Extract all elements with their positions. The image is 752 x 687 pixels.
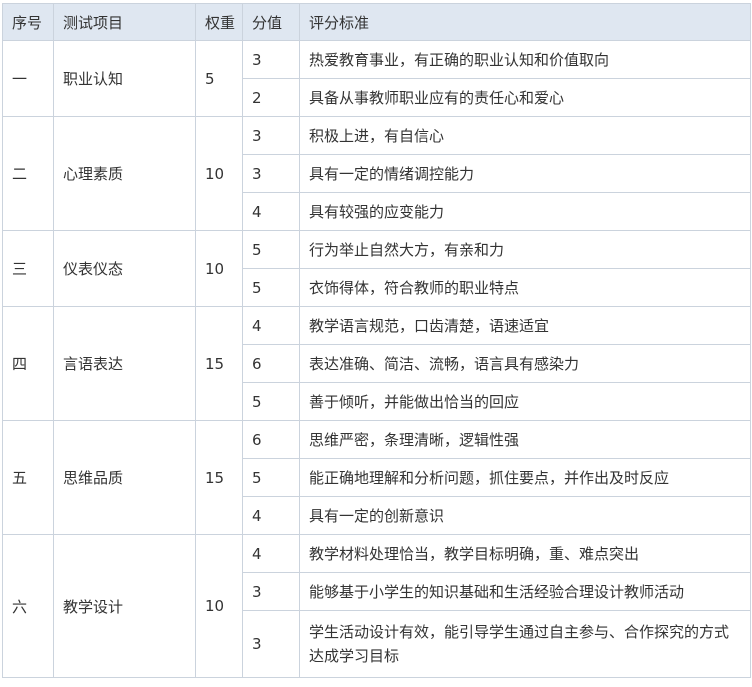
group-weight: 10 <box>195 230 243 307</box>
row-criteria: 能正确地理解和分析问题，抓住要点，并作出及时反应 <box>299 458 751 497</box>
header-criteria: 评分标准 <box>299 3 751 41</box>
table-row: 六 教学设计 10 4 教学材料处理恰当，教学目标明确，重、难点突出 <box>2 534 751 678</box>
row-score: 5 <box>242 230 300 269</box>
row-score: 4 <box>242 192 300 231</box>
row-criteria: 表达准确、简洁、流畅，语言具有感染力 <box>299 344 751 383</box>
row-criteria: 善于倾听，并能做出恰当的回应 <box>299 382 751 421</box>
row-score: 4 <box>242 534 300 573</box>
row-score: 3 <box>242 40 300 79</box>
row-criteria: 教学语言规范，口齿清楚，语速适宜 <box>299 306 751 345</box>
group-weight: 5 <box>195 40 243 117</box>
row-criteria: 衣饰得体，符合教师的职业特点 <box>299 268 751 307</box>
row-criteria: 学生活动设计有效，能引导学生通过自主参与、合作探究的方式达成学习目标 <box>299 610 751 678</box>
row-criteria: 思维严密，条理清晰，逻辑性强 <box>299 420 751 459</box>
row-criteria: 具有一定的情绪调控能力 <box>299 154 751 193</box>
row-criteria: 能够基于小学生的知识基础和生活经验合理设计教师活动 <box>299 572 751 611</box>
row-score: 2 <box>242 78 300 117</box>
row-criteria: 具有较强的应变能力 <box>299 192 751 231</box>
group-item: 言语表达 <box>53 306 196 421</box>
row-score: 5 <box>242 458 300 497</box>
scoring-table: 序号 测试项目 权重 分值 评分标准 一 职业认知 5 3 热爱教育事业，有正确… <box>2 3 751 678</box>
group-item: 职业认知 <box>53 40 196 117</box>
row-criteria: 具有一定的创新意识 <box>299 496 751 535</box>
header-weight: 权重 <box>195 3 243 41</box>
table-row: 三 仪表仪态 10 5 行为举止自然大方，有亲和力 <box>2 230 751 307</box>
row-criteria: 教学材料处理恰当，教学目标明确，重、难点突出 <box>299 534 751 573</box>
row-score: 3 <box>242 610 300 678</box>
table-row: 五 思维品质 15 6 思维严密，条理清晰，逻辑性强 <box>2 420 751 535</box>
row-score: 3 <box>242 116 300 155</box>
group-no: 六 <box>2 534 54 678</box>
group-item: 思维品质 <box>53 420 196 535</box>
header-no: 序号 <box>2 3 54 41</box>
group-no: 五 <box>2 420 54 535</box>
row-score: 4 <box>242 496 300 535</box>
group-no: 一 <box>2 40 54 117</box>
table-row: 四 言语表达 15 4 教学语言规范，口齿清楚，语速适宜 <box>2 306 751 421</box>
group-weight: 10 <box>195 534 243 678</box>
header-item: 测试项目 <box>53 3 196 41</box>
group-item: 仪表仪态 <box>53 230 196 307</box>
group-no: 四 <box>2 306 54 421</box>
row-score: 3 <box>242 572 300 611</box>
group-weight: 15 <box>195 306 243 421</box>
group-item: 心理素质 <box>53 116 196 231</box>
table-row: 一 职业认知 5 3 热爱教育事业，有正确的职业认知和价值取向 <box>2 40 751 117</box>
group-item: 教学设计 <box>53 534 196 678</box>
header-row: 序号 测试项目 权重 分值 评分标准 <box>2 3 751 41</box>
row-criteria: 具备从事教师职业应有的责任心和爱心 <box>299 78 751 117</box>
row-criteria: 热爱教育事业，有正确的职业认知和价值取向 <box>299 40 751 79</box>
group-no: 二 <box>2 116 54 231</box>
row-score: 4 <box>242 306 300 345</box>
row-score: 3 <box>242 154 300 193</box>
row-score: 5 <box>242 268 300 307</box>
group-weight: 10 <box>195 116 243 231</box>
group-no: 三 <box>2 230 54 307</box>
row-score: 5 <box>242 382 300 421</box>
group-weight: 15 <box>195 420 243 535</box>
row-criteria: 行为举止自然大方，有亲和力 <box>299 230 751 269</box>
row-criteria: 积极上进，有自信心 <box>299 116 751 155</box>
header-score: 分值 <box>242 3 300 41</box>
row-score: 6 <box>242 344 300 383</box>
table-row: 二 心理素质 10 3 积极上进，有自信心 <box>2 116 751 231</box>
row-score: 6 <box>242 420 300 459</box>
